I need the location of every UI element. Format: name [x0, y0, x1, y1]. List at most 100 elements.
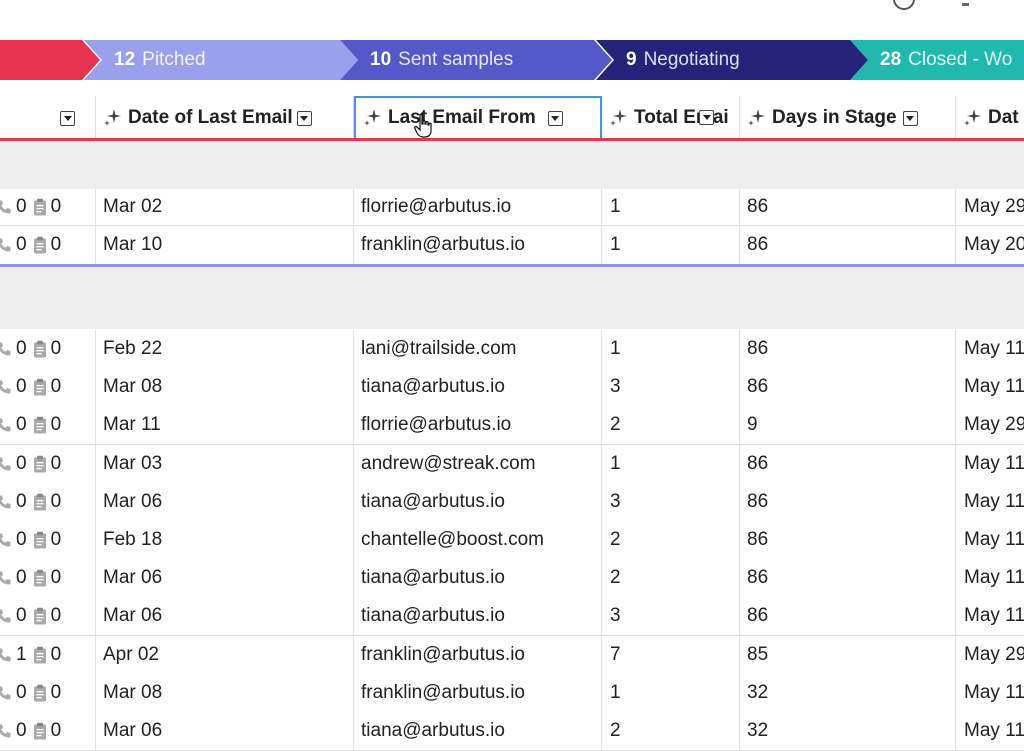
last-email-from-cell[interactable]: florrie@arbutus.io	[354, 406, 602, 445]
table-row[interactable]: 0 0 Mar 10 franklin@arbutus.io 1 86 May …	[0, 226, 1024, 265]
total-emails-cell[interactable]: 1	[602, 673, 740, 712]
activity-cell: 00	[0, 330, 96, 368]
column-header-date-of-last-email[interactable]: Date of Last Email	[96, 96, 354, 140]
date-of-last-email-cell[interactable]: Mar 02	[96, 189, 354, 225]
last-email-from-cell[interactable]: tiana@arbutus.io	[354, 712, 602, 750]
total-emails-cell[interactable]: 2	[602, 559, 740, 598]
days-in-stage-cell[interactable]: 86	[740, 368, 956, 407]
last-email-from-cell[interactable]: franklin@arbutus.io	[354, 635, 602, 674]
total-emails-cell[interactable]: 1	[602, 330, 740, 368]
last-email-from-cell[interactable]: franklin@arbutus.io	[354, 673, 602, 712]
date-of-last-email-cell[interactable]: Mar 11	[96, 406, 354, 445]
stage-sent-samples[interactable]: 10 Sent samples	[340, 40, 612, 80]
column-label: Days in Stage	[772, 107, 897, 128]
table-row[interactable]: 0 0 Mar 06 tiana@arbutus.io 2 32 May 11	[0, 712, 1024, 751]
next-date-cell[interactable]: May 11	[956, 483, 1024, 521]
clipboard-icon	[33, 608, 46, 625]
stage-pitched[interactable]: 12 Pitched	[84, 40, 358, 80]
days-in-stage-cell[interactable]: 85	[740, 635, 956, 674]
next-date-cell[interactable]: May 11	[956, 597, 1024, 635]
total-emails-cell[interactable]: 1	[602, 189, 740, 225]
next-date-cell[interactable]: May 29	[956, 636, 1024, 674]
date-of-last-email-cell[interactable]: Mar 08	[96, 368, 354, 407]
days-in-stage-cell[interactable]: 32	[740, 712, 956, 750]
table-row[interactable]: 0 0 Mar 03 andrew@streak.com 1 86 May 11	[0, 444, 1024, 484]
chevron-down-icon[interactable]	[699, 110, 714, 125]
table-row[interactable]: 0 0 Mar 06 tiana@arbutus.io 3 86 May 11	[0, 482, 1024, 522]
total-emails-cell[interactable]: 3	[602, 368, 740, 407]
column-header-days-in-stage[interactable]: Days in Stage	[740, 96, 956, 140]
table-row[interactable]: 0 0 Feb 18 chantelle@boost.com 2 86 May 11	[0, 521, 1024, 560]
next-date-cell[interactable]: May 11	[956, 559, 1024, 597]
column-header-next-date[interactable]: Dat	[956, 96, 1024, 140]
date-of-last-email-cell[interactable]: Feb 18	[96, 521, 354, 559]
table-row[interactable]: 0 0 Mar 06 tiana@arbutus.io 3 86 May 11	[0, 597, 1024, 637]
next-date-cell[interactable]: May 11	[956, 330, 1024, 368]
table-row[interactable]: 0 0 Mar 11 florrie@arbutus.io 2 9 May 29	[0, 406, 1024, 446]
next-date-cell[interactable]: May 11	[956, 712, 1024, 750]
date-of-last-email-cell[interactable]: Feb 22	[96, 330, 354, 368]
days-in-stage-cell[interactable]: 86	[740, 559, 956, 598]
stage-name: Negotiating	[643, 49, 740, 70]
date-of-last-email-cell[interactable]: Apr 02	[96, 635, 354, 674]
total-emails-cell[interactable]: 1	[602, 444, 740, 483]
total-emails-cell[interactable]: 3	[602, 482, 740, 521]
days-in-stage-cell[interactable]: 86	[740, 597, 956, 636]
table-row[interactable]: 0 0 Feb 22 lani@trailside.com 1 86 May 11	[0, 330, 1024, 369]
total-emails-cell[interactable]: 2	[602, 712, 740, 750]
chevron-down-icon[interactable]	[547, 110, 563, 126]
next-date-cell[interactable]: May 20	[956, 226, 1024, 264]
days-in-stage-cell[interactable]: 86	[740, 521, 956, 559]
last-email-from-cell[interactable]: florrie@arbutus.io	[354, 189, 602, 225]
total-emails-cell[interactable]: 3	[602, 597, 740, 636]
date-of-last-email-cell[interactable]: Mar 06	[96, 712, 354, 750]
days-in-stage-cell[interactable]: 86	[740, 444, 956, 483]
table-row[interactable]: 0 0 Mar 02 florrie@arbutus.io 1 86 May 2…	[0, 189, 1024, 226]
table-row[interactable]: 0 0 Mar 06 tiana@arbutus.io 2 86 May 11	[0, 559, 1024, 599]
next-date-cell[interactable]: May 11	[956, 521, 1024, 559]
total-emails-cell[interactable]: 2	[602, 521, 740, 559]
table-row[interactable]: 0 0 Mar 08 tiana@arbutus.io 3 86 May 11	[0, 368, 1024, 408]
column-header-last-email-from[interactable]: Last Email From	[354, 96, 602, 140]
stage-closed-won[interactable]: 28 Closed - Wo	[850, 40, 1024, 80]
date-of-last-email-cell[interactable]: Mar 06	[96, 559, 354, 598]
total-emails-cell[interactable]: 2	[602, 406, 740, 445]
date-of-last-email-cell[interactable]: Mar 03	[96, 444, 354, 483]
date-of-last-email-cell[interactable]: Mar 06	[96, 482, 354, 521]
next-date-cell[interactable]: May 11	[956, 674, 1024, 712]
stage-negotiating[interactable]: 9 Negotiating	[596, 40, 868, 80]
table-row[interactable]: 1 0 Apr 02 franklin@arbutus.io 7 85 May 29	[0, 635, 1024, 675]
last-email-from-cell[interactable]: chantelle@boost.com	[354, 521, 602, 559]
last-email-from-cell[interactable]: franklin@arbutus.io	[354, 226, 602, 264]
dash-icon[interactable]	[962, 3, 969, 6]
days-in-stage-cell[interactable]: 86	[740, 482, 956, 521]
last-email-from-cell[interactable]: tiana@arbutus.io	[354, 482, 602, 521]
last-email-from-cell[interactable]: tiana@arbutus.io	[354, 368, 602, 407]
last-email-from-cell[interactable]: tiana@arbutus.io	[354, 559, 602, 598]
days-in-stage-cell[interactable]: 86	[740, 330, 956, 368]
circle-icon[interactable]	[893, 0, 915, 10]
stage-previous[interactable]	[0, 40, 100, 80]
last-email-from-cell[interactable]: tiana@arbutus.io	[354, 597, 602, 636]
total-emails-cell[interactable]: 1	[602, 226, 740, 264]
days-in-stage-cell[interactable]: 86	[740, 189, 956, 225]
table-row[interactable]: 0 0 Mar 08 franklin@arbutus.io 1 32 May 11	[0, 673, 1024, 713]
column-header-activity[interactable]	[0, 96, 96, 140]
chevron-down-icon[interactable]	[902, 110, 918, 126]
next-date-cell[interactable]: May 11	[956, 368, 1024, 406]
last-email-from-cell[interactable]: andrew@streak.com	[354, 444, 602, 483]
next-date-cell[interactable]: May 29	[956, 406, 1024, 444]
last-email-from-cell[interactable]: lani@trailside.com	[354, 330, 602, 368]
date-of-last-email-cell[interactable]: Mar 06	[96, 597, 354, 636]
days-in-stage-cell[interactable]: 86	[740, 226, 956, 264]
chevron-down-icon[interactable]	[60, 110, 75, 126]
date-of-last-email-cell[interactable]: Mar 08	[96, 673, 354, 712]
next-date-cell[interactable]: May 29	[956, 189, 1024, 225]
total-emails-cell[interactable]: 7	[602, 635, 740, 674]
column-header-total-emails[interactable]: Total Emai	[602, 96, 740, 140]
days-in-stage-cell[interactable]: 32	[740, 673, 956, 712]
date-of-last-email-cell[interactable]: Mar 10	[96, 226, 354, 264]
days-in-stage-cell[interactable]: 9	[740, 406, 956, 445]
next-date-cell[interactable]: May 11	[956, 445, 1024, 483]
chevron-down-icon[interactable]	[296, 110, 312, 126]
